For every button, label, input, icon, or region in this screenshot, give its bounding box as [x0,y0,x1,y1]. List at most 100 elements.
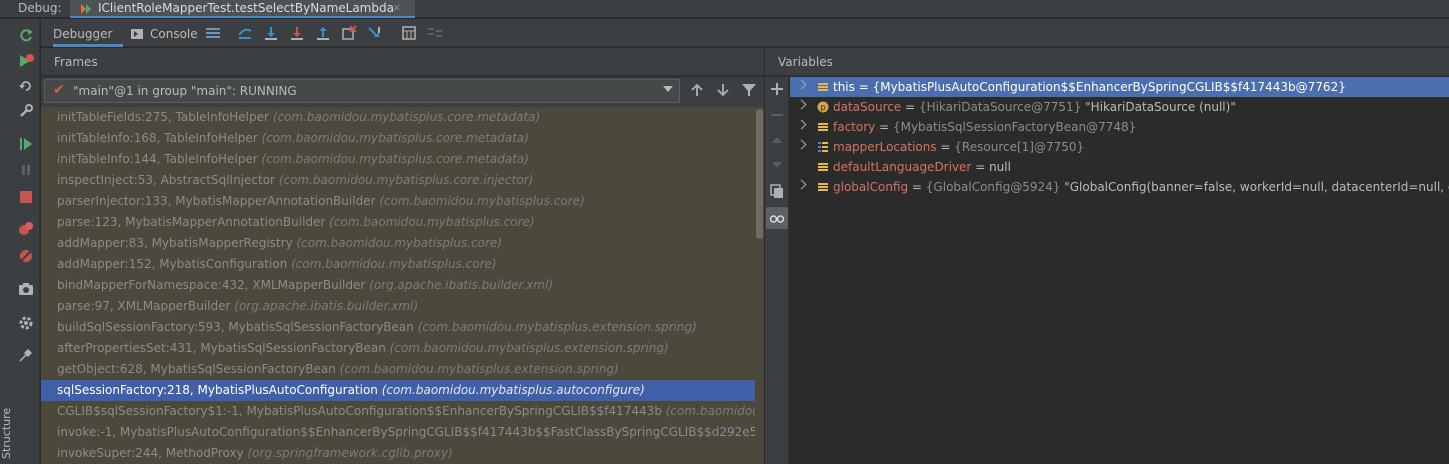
show-watches-toggle[interactable] [766,207,788,229]
array-icon [818,142,828,152]
frame-method: afterPropertiesSet:431, MybatisSqlSessio… [57,341,390,355]
move-down-icon[interactable] [769,157,785,173]
frame-method: getObject:628, MybatisSqlSessionFactoryB… [57,362,340,376]
step-into-icon[interactable] [289,25,305,41]
frame-row[interactable]: parse:123, MybatisMapperAnnotationBuilde… [41,212,755,233]
variable-row[interactable]: p dataSource = {HikariDataSource@7751} "H… [790,97,1449,117]
variable-equals: = [908,180,926,194]
glasses-icon [769,215,785,223]
frame-row[interactable]: CGLIB$sqlSessionFactory$1:-1, MybatisPlu… [41,401,755,422]
variables-panel-header: Variables [765,48,1449,76]
variable-name: globalConfig [833,180,909,194]
frame-method: sqlSessionFactory:218, MybatisPlusAutoCo… [57,383,382,397]
variables-title: Variables [778,55,833,69]
add-watch-icon[interactable] [769,81,785,97]
thread-dropdown[interactable]: ✔ "main"@1 in group "main": RUNNING [44,79,680,103]
run-to-cursor-icon[interactable] [367,25,383,41]
trace-current-stream-icon[interactable] [427,25,443,41]
move-up-icon[interactable] [769,132,785,148]
variable-type: {MybatisPlusAutoConfiguration$$EnhancerB… [872,80,1346,94]
tab-console[interactable]: Console [131,19,201,47]
pin-icon[interactable] [18,347,34,363]
debug-session-tab[interactable]: IClientRoleMapperTest.testSelectByNameLa… [70,0,415,18]
variable-type: {Resource[1]@7750} [954,140,1085,154]
frame-row[interactable]: initTableInfo:144, TableInfoHelper (com.… [41,149,755,170]
chevron-right-icon[interactable] [796,79,807,90]
copy-icon[interactable] [769,183,785,199]
arrow-up-icon[interactable] [689,82,705,98]
menu-lines-icon[interactable] [205,25,221,41]
field-icon [818,163,828,171]
chevron-down-icon [663,86,673,92]
drop-frame-icon[interactable] [341,25,357,41]
frame-row[interactable]: afterPropertiesSet:431, MybatisSqlSessio… [41,338,755,359]
camera-icon[interactable] [18,281,34,297]
resume-icon[interactable] [18,136,34,152]
frame-row[interactable]: bindMapperForNamespace:432, XMLMapperBui… [41,275,755,296]
chevron-right-icon[interactable] [796,179,807,190]
gear-icon[interactable] [18,315,34,331]
close-icon[interactable]: × [392,1,401,14]
step-out-icon[interactable] [315,25,331,41]
frame-method: initTableFields:275, TableInfoHelper [57,110,273,124]
frame-row[interactable]: parserInjector:133, MybatisMapperAnnotat… [41,191,755,212]
pause-icon[interactable] [18,162,34,178]
frame-row[interactable]: initTableInfo:168, TableInfoHelper (com.… [41,128,755,149]
stop-icon[interactable] [18,189,34,205]
variable-type: {HikariDataSource@7751} [918,100,1086,114]
frames-panel-header: Frames [41,48,764,76]
frame-row[interactable]: invoke:-1, MybatisPlusAutoConfiguration$… [41,422,755,443]
frames-list[interactable]: initTableFields:275, TableInfoHelper (co… [41,107,755,464]
step-over-icon[interactable] [263,25,279,41]
variables-tree[interactable]: this = {MybatisPlusAutoConfiguration$$En… [790,77,1449,464]
tab-debugger[interactable]: Debugger [53,19,123,47]
tab-debugger-label: Debugger [53,27,113,41]
chevron-right-icon[interactable] [796,139,807,150]
evaluate-expression-icon[interactable] [401,25,417,41]
frame-row[interactable]: buildSqlSessionFactory:593, MybatisSqlSe… [41,317,755,338]
frame-method: addMapper:152, MybatisConfiguration [57,257,292,271]
frame-row[interactable]: inspectInject:53, AbstractSqlInjector (c… [41,170,755,191]
variable-value: "GlobalConfig(banner=false, workerId=nul… [1064,180,1449,194]
frame-method: parse:123, MybatisMapperAnnotationBuilde… [57,215,330,229]
svg-text:p: p [820,103,825,112]
frame-package: (com.baomidou.mybatisplus.core.metadata) [261,131,529,145]
frame-row[interactable]: addMapper:152, MybatisConfiguration (com… [41,254,755,275]
frame-row[interactable]: invokeSuper:244, MethodProxy (org.spring… [41,443,755,464]
mute-breakpoints-icon[interactable] [18,248,34,264]
variable-row[interactable]: globalConfig = {GlobalConfig@5924} "Glob… [790,177,1449,197]
variable-row[interactable]: defaultLanguageDriver = null [790,157,1449,177]
frame-package: (com.baomidou.myba [665,404,755,418]
variable-text: globalConfig = {GlobalConfig@5924} "Glob… [833,180,1449,194]
frame-method: initTableInfo:144, TableInfoHelper [57,152,262,166]
rerun-failed-icon[interactable] [18,53,34,69]
frames-scrollbar[interactable] [755,107,764,464]
frame-method: parserInjector:133, MybatisMapperAnnotat… [57,194,380,208]
frame-row[interactable]: getObject:628, MybatisSqlSessionFactoryB… [41,359,755,380]
frame-method: inspectInject:53, AbstractSqlInjector [57,173,279,187]
settings-wrench-icon[interactable] [18,103,34,119]
show-execution-point-icon[interactable] [237,25,253,41]
frame-row[interactable]: addMapper:83, MybatisMapperRegistry (com… [41,233,755,254]
frame-method: invoke:-1, MybatisPlusAutoConfiguration$… [57,425,755,439]
console-icon [131,29,143,39]
frame-method: invokeSuper:244, MethodProxy [57,446,248,460]
variable-row[interactable]: this = {MybatisPlusAutoConfiguration$$En… [790,77,1449,97]
frame-row[interactable]: initTableFields:275, TableInfoHelper (co… [41,107,755,128]
variable-row[interactable]: factory = {MybatisSqlSessionFactoryBean@… [790,117,1449,137]
frame-row[interactable]: sqlSessionFactory:218, MybatisPlusAutoCo… [41,380,755,401]
frame-row[interactable]: parse:97, XMLMapperBuilder (org.apache.i… [41,296,755,317]
check-icon: ✔ [53,82,65,98]
chevron-right-icon[interactable] [796,119,807,130]
view-breakpoints-icon[interactable] [18,221,34,237]
structure-tool-tab[interactable]: Structure [0,407,13,464]
rerun-icon[interactable] [18,28,34,44]
chevron-right-icon[interactable] [796,99,807,110]
remove-watch-icon[interactable] [769,107,785,123]
restore-layout-icon[interactable] [18,78,34,94]
scrollbar-thumb[interactable] [756,109,763,239]
variable-name: this [833,80,855,94]
arrow-down-icon[interactable] [715,82,731,98]
filter-icon[interactable] [741,82,757,98]
variable-row[interactable]: mapperLocations = {Resource[1]@7750} [790,137,1449,157]
